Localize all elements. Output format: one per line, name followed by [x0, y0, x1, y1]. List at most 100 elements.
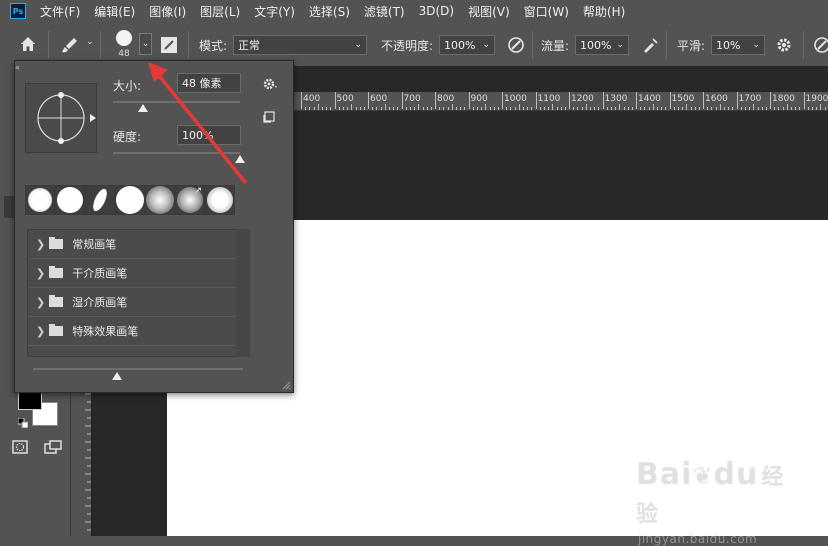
ruler-minor-tick — [456, 107, 457, 110]
menu-3d[interactable]: 3D(D) — [419, 4, 454, 18]
brush-tip-soft-round-2[interactable] — [205, 185, 235, 215]
brush-angle-roundness-preview[interactable] — [25, 83, 97, 153]
tool-button[interactable] — [4, 196, 14, 218]
folder-icon — [49, 326, 63, 336]
brush-preset-dropdown-button[interactable]: ⌄ — [139, 33, 152, 55]
ruler-tick — [770, 92, 771, 109]
brush-settings-panel-icon[interactable] — [160, 36, 180, 54]
ruler-minor-tick — [661, 107, 662, 110]
ruler-minor-tick — [791, 107, 792, 110]
ruler-minor-tick — [397, 107, 398, 110]
ruler-minor-tick — [305, 107, 306, 110]
smoothing-value: 10% — [716, 39, 740, 52]
menu-file[interactable]: 文件(F) — [40, 3, 80, 20]
ruler-minor-tick — [406, 107, 407, 110]
size-value: 48 像素 — [182, 75, 222, 91]
brush-tip-ellipse[interactable] — [85, 185, 115, 215]
menu-window[interactable]: 窗口(W) — [524, 3, 569, 20]
ruler-minor-tick — [816, 107, 817, 110]
size-input[interactable]: 48 像素 — [177, 73, 241, 93]
brush-tip-hard-round-large[interactable] — [115, 185, 145, 215]
menu-type[interactable]: 文字(Y) — [254, 3, 295, 20]
ruler-minor-tick — [611, 107, 612, 110]
folder-general-brushes[interactable]: ❯常规画笔 — [28, 230, 249, 259]
ruler-minor-tick — [523, 107, 524, 110]
folder-special-effects-brushes[interactable]: ❯特殊效果画笔 — [28, 317, 249, 346]
folder-list-scrollbar[interactable] — [236, 229, 250, 357]
flow-field[interactable]: 100% ⌄ — [575, 35, 629, 55]
ruler-tick — [569, 92, 570, 109]
hardness-slider-track[interactable] — [113, 152, 240, 154]
gear-icon[interactable] — [775, 36, 793, 54]
brush-tool-icon[interactable] — [60, 36, 82, 54]
ruler-tick-label: 400 — [303, 94, 320, 104]
ruler-tick-label: 700 — [404, 94, 421, 104]
foreground-color-swatch[interactable] — [18, 390, 42, 410]
pressure-size-icon[interactable] — [812, 35, 828, 55]
ruler-minor-tick — [527, 107, 528, 110]
panel-collapse-icon[interactable]: « — [15, 63, 20, 72]
ruler-minor-tick — [393, 107, 394, 110]
ruler-minor-tick — [322, 107, 323, 110]
thumbnail-size-slider-thumb[interactable] — [112, 372, 122, 380]
ruler-tick-label: 1900 — [806, 94, 828, 104]
ruler-minor-tick — [326, 107, 327, 110]
menu-filter[interactable]: 滤镜(T) — [364, 3, 405, 20]
ruler-tick-label: 1600 — [705, 94, 728, 104]
menu-view[interactable]: 视图(V) — [468, 3, 510, 20]
baidu-watermark: Bai❦du经验 jingyan.baidu.com — [636, 458, 786, 518]
ruler-minor-tick — [490, 107, 491, 110]
ruler-minor-tick — [414, 107, 415, 110]
size-label: 大小: — [113, 77, 141, 94]
ruler-tick — [301, 92, 302, 109]
hardness-input[interactable]: 100% — [177, 125, 241, 145]
hardness-slider-thumb[interactable] — [235, 155, 245, 163]
ruler-tick-label: 1700 — [739, 94, 762, 104]
thumbnail-size-slider-track[interactable] — [33, 368, 243, 370]
ruler-minor-tick — [519, 104, 520, 110]
brush-tip-airbrush[interactable]: ↗ — [175, 185, 205, 215]
menu-select[interactable]: 选择(S) — [309, 3, 350, 20]
size-slider-thumb[interactable] — [138, 104, 148, 112]
brush-preset-panel: « 大小: 48 像素 硬度: 100% ↗ ❯常规画笔 ❯干介质 — [14, 60, 294, 393]
smoothing-field[interactable]: 10% ⌄ — [711, 35, 765, 55]
ruler-minor-tick — [431, 107, 432, 110]
ruler-tick — [737, 92, 738, 109]
menu-layer[interactable]: 图层(L) — [200, 3, 240, 20]
airbrush-icon[interactable] — [640, 35, 660, 55]
chevron-down-icon[interactable]: ⌄ — [86, 37, 94, 47]
ruler-minor-tick — [364, 107, 365, 110]
ruler-minor-tick — [628, 107, 629, 110]
brush-tip-soft-large[interactable] — [145, 185, 175, 215]
ruler-minor-tick — [619, 104, 620, 110]
pressure-opacity-icon[interactable] — [506, 35, 526, 55]
new-preset-icon[interactable] — [263, 111, 275, 123]
chevron-down-icon: ⌄ — [354, 40, 362, 50]
ruler-minor-tick — [351, 104, 352, 110]
brush-preset-picker[interactable]: 48 — [112, 28, 136, 62]
size-slider-track[interactable] — [113, 101, 240, 103]
folder-dry-media-brushes[interactable]: ❯干介质画笔 — [28, 259, 249, 288]
ruler-minor-tick — [699, 107, 700, 110]
resize-grip-icon[interactable] — [281, 379, 291, 389]
screen-mode-icon[interactable] — [44, 440, 64, 454]
home-icon[interactable] — [18, 34, 38, 54]
folder-wet-media-brushes[interactable]: ❯湿介质画笔 — [28, 288, 249, 317]
ruler-minor-tick — [577, 107, 578, 110]
default-colors-icon[interactable] — [18, 417, 28, 427]
menu-image[interactable]: 图像(I) — [149, 3, 186, 20]
opacity-field[interactable]: 100% ⌄ — [439, 35, 495, 55]
ruler-minor-tick — [460, 107, 461, 110]
quick-mask-icon[interactable] — [12, 440, 28, 454]
brush-tip-hard-round[interactable] — [55, 185, 85, 215]
brush-tip-soft-round[interactable] — [25, 185, 55, 215]
ruler-minor-tick — [510, 107, 511, 110]
menu-edit[interactable]: 编辑(E) — [94, 3, 135, 20]
mode-select[interactable]: 正常 ⌄ — [233, 35, 367, 55]
panel-gear-icon[interactable] — [263, 77, 279, 91]
menu-help[interactable]: 帮助(H) — [583, 3, 625, 20]
ruler-minor-tick — [540, 107, 541, 110]
ruler-minor-tick — [477, 107, 478, 110]
ruler-tick — [536, 92, 537, 109]
ruler-minor-tick — [632, 107, 633, 110]
